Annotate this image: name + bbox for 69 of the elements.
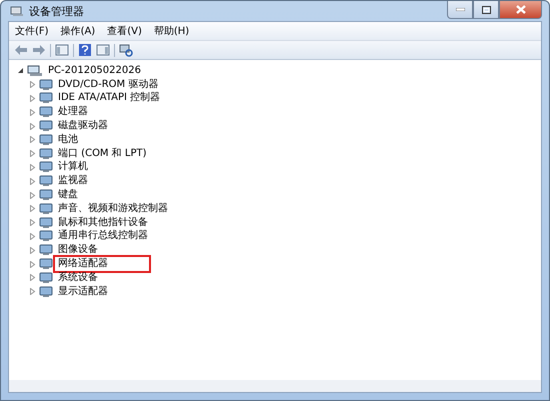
tree-item[interactable]: 处理器: [56, 106, 90, 118]
expand-arrow-icon[interactable]: [29, 94, 36, 102]
tree-item[interactable]: IDE ATA/ATAPI 控制器: [56, 92, 162, 104]
expand-arrow-icon[interactable]: [29, 288, 36, 296]
back-arrow-icon[interactable]: [14, 43, 28, 57]
device-icon: [39, 148, 53, 160]
maximize-icon: [482, 6, 490, 14]
device-icon: [39, 78, 53, 91]
menu-item[interactable]: 查看(V): [107, 24, 142, 38]
device-icon: [39, 272, 53, 284]
device-icon: [39, 244, 53, 256]
expand-arrow-icon[interactable]: [29, 219, 36, 226]
tree-item[interactable]: 图像设备: [56, 244, 100, 256]
tree-item[interactable]: 鼠标和其他指针设备: [56, 216, 150, 229]
expand-arrow-icon[interactable]: [29, 232, 36, 240]
maximize-button[interactable]: [473, 1, 499, 19]
tree-item[interactable]: 端口 (COM 和 LPT): [56, 148, 149, 160]
tree-item[interactable]: 监视器: [56, 175, 90, 188]
tree-item[interactable]: 计算机: [56, 161, 90, 174]
minimize-button[interactable]: [447, 1, 473, 19]
close-button[interactable]: [499, 1, 542, 19]
expand-arrow-icon[interactable]: [29, 108, 36, 116]
device-icon: [39, 202, 53, 215]
expand-arrow-icon[interactable]: [29, 164, 36, 171]
device-icon: [39, 106, 53, 118]
expand-arrow-icon[interactable]: [29, 122, 36, 130]
minimize-icon: [456, 8, 464, 11]
device-icon: [39, 175, 53, 188]
device-manager-icon: [10, 5, 24, 17]
tree-item[interactable]: 显示适配器: [56, 286, 110, 298]
tree-item[interactable]: 磁盘驱动器: [56, 120, 110, 132]
console-tree-icon[interactable]: [55, 43, 69, 57]
tree-item[interactable]: 键盘: [56, 189, 80, 202]
expand-arrow-icon[interactable]: [29, 136, 36, 144]
scan-hardware-icon[interactable]: [119, 43, 133, 57]
device-icon: [39, 230, 53, 242]
device-icon: [39, 216, 53, 229]
collapse-arrow-icon[interactable]: [17, 67, 24, 74]
expand-arrow-icon[interactable]: [29, 150, 36, 158]
device-icon: [39, 134, 53, 146]
expand-arrow-icon[interactable]: [29, 81, 36, 88]
help-icon[interactable]: [78, 43, 92, 57]
device-icon: [39, 161, 53, 174]
device-icon: [39, 286, 53, 298]
tree-item[interactable]: 网络适配器: [56, 258, 148, 270]
tree-item[interactable]: 通用串行总线控制器: [56, 230, 150, 242]
tree-item[interactable]: DVD/CD-ROM 驱动器: [56, 78, 160, 91]
device-icon: [39, 189, 53, 202]
computer-icon: [27, 64, 43, 77]
expand-arrow-icon[interactable]: [29, 246, 36, 254]
tree-item[interactable]: 声音、视频和游戏控制器: [56, 202, 170, 215]
close-icon: [516, 5, 526, 14]
window-title: 设备管理器: [29, 4, 84, 18]
panel-icon[interactable]: [96, 43, 110, 57]
expand-arrow-icon[interactable]: [29, 205, 36, 212]
expand-arrow-icon[interactable]: [29, 178, 36, 185]
device-icon: [39, 120, 53, 132]
expand-arrow-icon[interactable]: [29, 260, 36, 268]
device-icon: [39, 258, 53, 270]
menu-item[interactable]: 帮助(H): [154, 24, 190, 38]
device-icon: [39, 92, 53, 104]
forward-arrow-icon[interactable]: [32, 43, 46, 57]
menu-item[interactable]: 文件(F): [15, 24, 49, 38]
tree-item[interactable]: 系统设备: [56, 272, 100, 284]
menu-item[interactable]: 操作(A): [60, 24, 96, 38]
tree-item[interactable]: 电池: [56, 134, 80, 146]
expand-arrow-icon[interactable]: [29, 192, 36, 199]
tree-item[interactable]: PC-201205022026: [46, 64, 143, 77]
expand-arrow-icon[interactable]: [29, 274, 36, 282]
